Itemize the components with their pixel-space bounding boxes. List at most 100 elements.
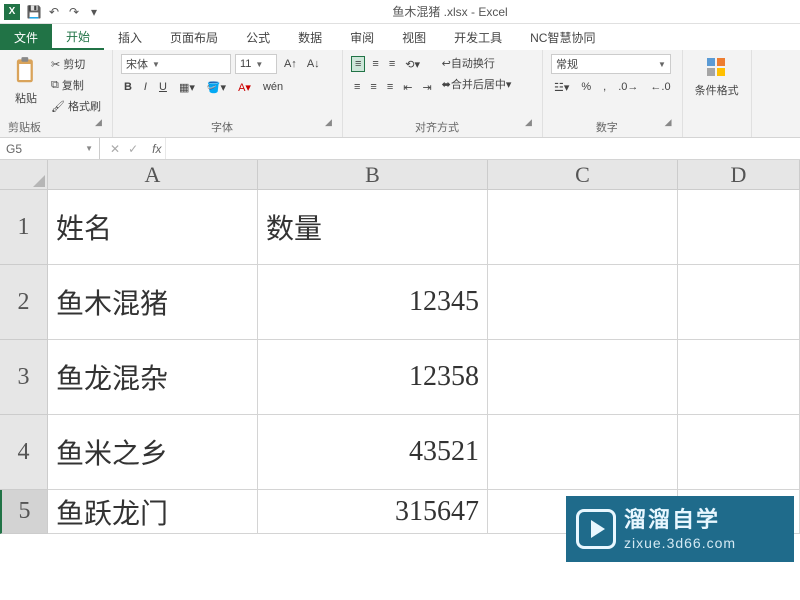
cell-d4[interactable] [678,415,800,490]
row-2: 2 鱼木混猪 12345 [0,265,800,340]
increase-decimal-icon[interactable]: .0→ [615,80,641,94]
tab-home[interactable]: 开始 [52,24,104,50]
column-headers: A B C D [0,160,800,190]
underline-button[interactable]: U [156,80,170,94]
cell-a5[interactable]: 鱼跃龙门 [48,490,258,534]
clipboard-launcher-icon[interactable]: ◢ [93,117,104,135]
border-button[interactable]: ▦▾ [176,80,198,95]
format-painter-button[interactable]: 🖌 格式刷 [48,96,104,116]
wrap-text-button[interactable]: ↩ 自动换行 [439,54,515,72]
tab-file[interactable]: 文件 [0,24,52,50]
select-all-corner[interactable] [0,160,48,190]
row-header-4[interactable]: 4 [0,415,48,490]
cell-c4[interactable] [488,415,678,490]
name-box[interactable]: G5 ▼ [0,138,100,159]
save-icon[interactable]: 💾 [24,2,44,22]
decrease-font-icon[interactable]: A↓ [304,57,323,71]
col-header-d[interactable]: D [678,160,800,190]
align-middle-icon[interactable]: ≡ [369,57,381,71]
decrease-indent-icon[interactable]: ⇤ [400,80,415,95]
cell-c2[interactable] [488,265,678,340]
group-clipboard: 粘贴 ✂ 剪切 ⧉ 复制 🖌 格式刷 剪贴板◢ [0,50,113,137]
format-painter-label: 格式刷 [68,98,101,114]
number-format-dropdown[interactable]: 常规▼ [551,54,671,74]
number-launcher-icon[interactable]: ◢ [663,117,674,135]
cell-a1[interactable]: 姓名 [48,190,258,265]
row-3: 3 鱼龙混杂 12358 [0,340,800,415]
copy-button[interactable]: ⧉ 复制 [48,75,104,95]
row-header-3[interactable]: 3 [0,340,48,415]
cut-button[interactable]: ✂ 剪切 [48,54,104,74]
orientation-icon[interactable]: ⟲▾ [402,57,423,72]
col-header-b[interactable]: B [258,160,488,190]
cell-a4[interactable]: 鱼米之乡 [48,415,258,490]
undo-icon[interactable]: ↶ [44,2,64,22]
increase-font-icon[interactable]: A↑ [281,57,300,71]
tab-data[interactable]: 数据 [284,24,336,50]
align-top-icon[interactable]: ≡ [351,56,365,72]
fill-color-button[interactable]: 🪣▾ [204,80,229,95]
cell-d2[interactable] [678,265,800,340]
cell-d1[interactable] [678,190,800,265]
cancel-formula-icon[interactable]: ✕ [110,142,120,156]
cell-b1[interactable]: 数量 [258,190,488,265]
paste-button[interactable]: 粘贴 [8,54,44,108]
font-group-label: 字体 [121,119,323,135]
bold-button[interactable]: B [121,80,135,94]
font-size-dropdown[interactable]: 11▼ [235,54,277,74]
font-launcher-icon[interactable]: ◢ [323,117,334,135]
merge-label: 合并后居中 [451,76,506,92]
row-header-5[interactable]: 5 [0,490,48,534]
title-bar: X 💾 ↶ ↷ ▾ 鱼木混猪 .xlsx - Excel [0,0,800,24]
font-name-dropdown[interactable]: 宋体▼ [121,54,231,74]
conditional-format-icon [705,56,729,80]
enter-formula-icon[interactable]: ✓ [128,142,138,156]
row-header-2[interactable]: 2 [0,265,48,340]
tab-nc[interactable]: NC智慧协同 [516,24,609,50]
decrease-decimal-icon[interactable]: ←.0 [647,80,673,94]
tab-review[interactable]: 审阅 [336,24,388,50]
col-header-a[interactable]: A [48,160,258,190]
align-left-icon[interactable]: ≡ [351,80,363,94]
cell-a2[interactable]: 鱼木混猪 [48,265,258,340]
formula-input[interactable] [165,138,800,159]
cell-d3[interactable] [678,340,800,415]
alignment-launcher-icon[interactable]: ◢ [523,117,534,135]
tab-view[interactable]: 视图 [388,24,440,50]
copy-label: 复制 [62,77,84,93]
italic-button[interactable]: I [141,80,150,94]
cell-a3[interactable]: 鱼龙混杂 [48,340,258,415]
fx-icon[interactable]: fx [148,138,165,159]
increase-indent-icon[interactable]: ⇥ [419,80,434,95]
col-header-c[interactable]: C [488,160,678,190]
cell-c1[interactable] [488,190,678,265]
merge-center-button[interactable]: ⬌ 合并后居中▾ [439,75,515,93]
spreadsheet: A B C D 1 姓名 数量 2 鱼木混猪 12345 3 鱼龙混杂 1235… [0,160,800,534]
cell-b3[interactable]: 12358 [258,340,488,415]
brush-icon: 🖌 [51,100,65,113]
ribbon-tabs: 文件 开始 插入 页面布局 公式 数据 审阅 视图 开发工具 NC智慧协同 [0,24,800,50]
font-name-value: 宋体 [126,56,148,72]
cell-b5[interactable]: 315647 [258,490,488,534]
align-right-icon[interactable]: ≡ [384,80,396,94]
font-color-button[interactable]: A▾ [235,80,254,95]
tab-insert[interactable]: 插入 [104,24,156,50]
qat-customize-icon[interactable]: ▾ [84,2,104,22]
cell-b2[interactable]: 12345 [258,265,488,340]
conditional-format-button[interactable]: 条件格式 [691,54,743,100]
align-bottom-icon[interactable]: ≡ [386,57,398,71]
accounting-format-icon[interactable]: ☳▾ [551,80,572,95]
font-size-value: 11 [240,58,251,70]
percent-icon[interactable]: % [578,80,594,94]
tab-page-layout[interactable]: 页面布局 [156,24,232,50]
tab-formulas[interactable]: 公式 [232,24,284,50]
tab-developer[interactable]: 开发工具 [440,24,516,50]
cell-b4[interactable]: 43521 [258,415,488,490]
align-center-icon[interactable]: ≡ [367,80,379,94]
redo-icon[interactable]: ↷ [64,2,84,22]
row-header-1[interactable]: 1 [0,190,48,265]
group-number: 常规▼ ☳▾ % , .0→ ←.0 数字◢ [543,50,683,137]
cell-c3[interactable] [488,340,678,415]
comma-icon[interactable]: , [600,80,609,94]
phonetic-button[interactable]: wén [260,80,286,94]
